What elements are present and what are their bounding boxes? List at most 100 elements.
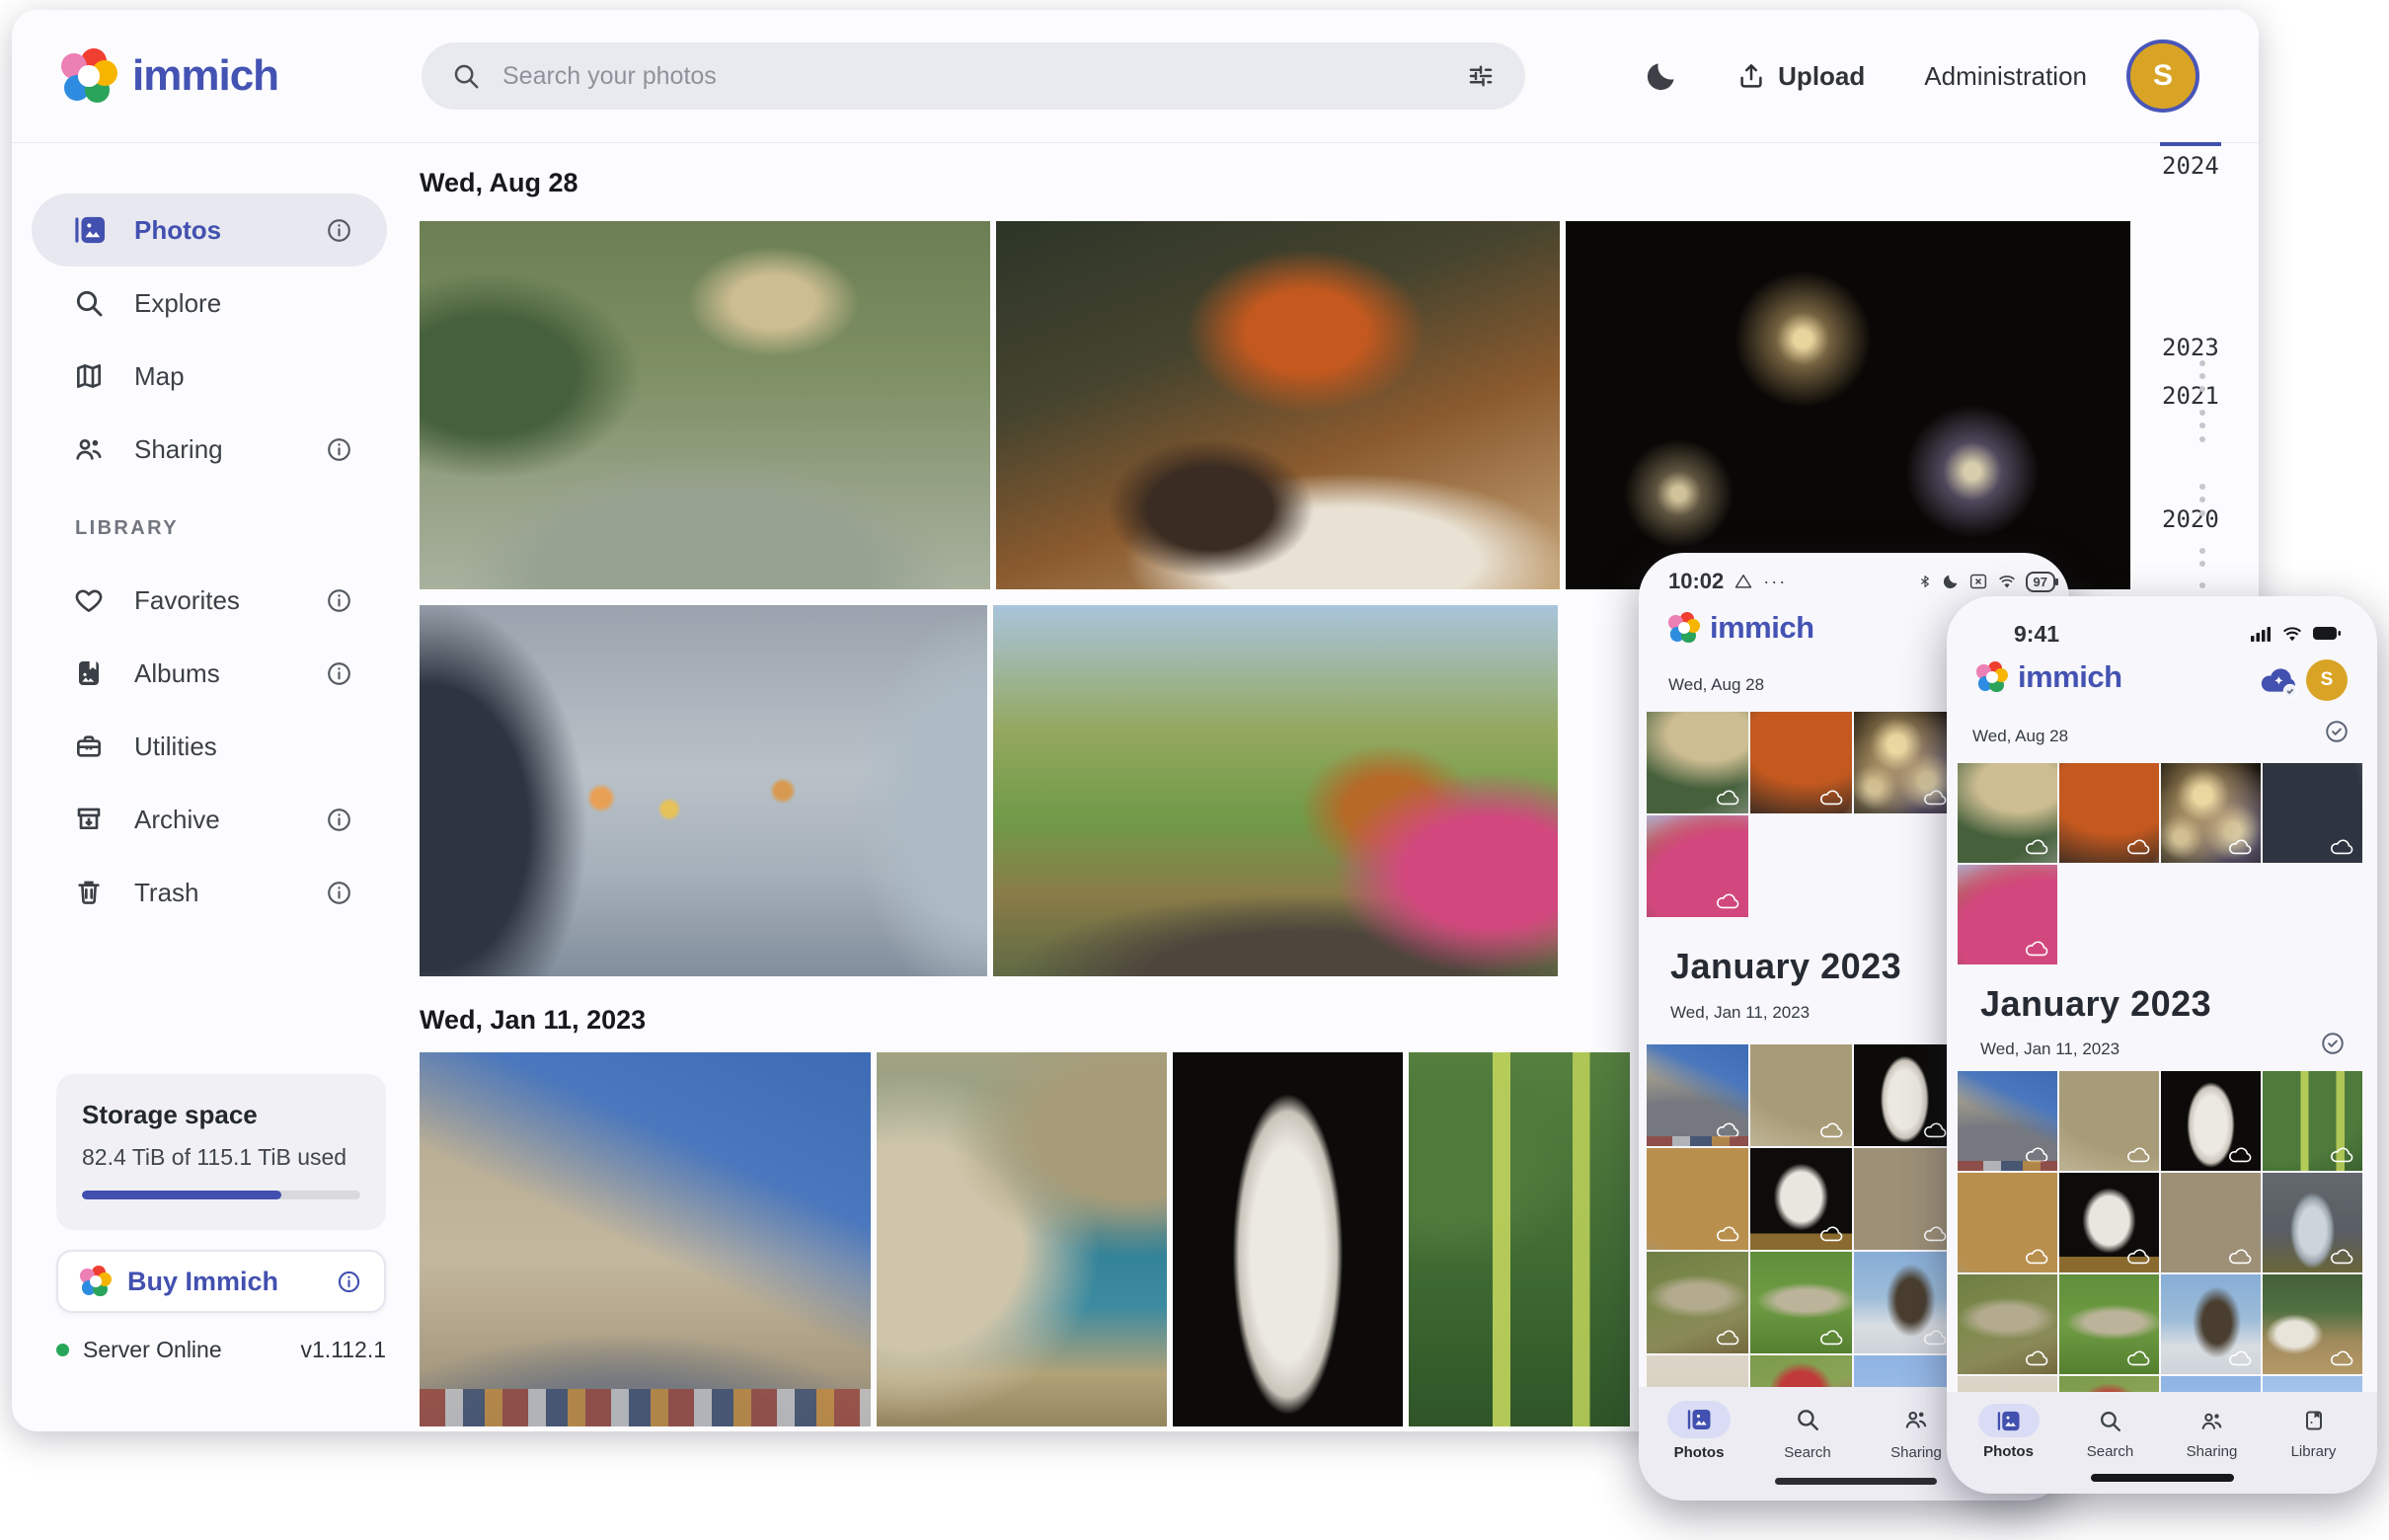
sidebar-item-photos[interactable]: Photos [32, 193, 387, 267]
nav-tab-label: Search [1784, 1444, 1831, 1461]
photo-bust[interactable] [1854, 1044, 1956, 1146]
sidebar-item-sharing[interactable]: Sharing [32, 413, 387, 486]
photo-ruins[interactable] [1854, 1148, 1956, 1250]
nav-tab-photos[interactable]: Photos [1958, 1392, 2059, 1494]
photo-row [420, 221, 2130, 589]
photos-icon [73, 214, 107, 246]
upload-button[interactable]: Upload [1731, 60, 1871, 93]
photo-hands[interactable] [2263, 763, 2362, 863]
albums-icon [73, 657, 107, 689]
photo-dinner[interactable] [2059, 763, 2159, 863]
photo-coast[interactable] [1750, 1044, 1852, 1146]
info-icon[interactable] [325, 879, 353, 907]
date-group-header: Wed, Aug 28 [1972, 727, 2068, 746]
photo-dinner[interactable] [1750, 712, 1852, 813]
buy-immich-button[interactable]: Buy Immich [56, 1250, 386, 1313]
dnd-moon-icon [1942, 573, 1960, 590]
scrubber-dot [2199, 582, 2205, 588]
nav-tab-photos[interactable]: Photos [1645, 1387, 1753, 1501]
select-all-check-icon[interactable] [2324, 719, 2350, 744]
nav-tab-label: Photos [1983, 1443, 2034, 1460]
administration-link[interactable]: Administration [1924, 61, 2087, 92]
photo-church[interactable] [2161, 1274, 2261, 1374]
search-bar[interactable]: Search your photos [422, 42, 1525, 110]
photo-monkeys[interactable] [1647, 712, 1748, 813]
photo-bust[interactable] [1173, 1052, 1403, 1426]
photo-castle[interactable] [1958, 1071, 2057, 1171]
photo-bust[interactable] [2161, 1071, 2261, 1171]
info-icon[interactable] [325, 435, 353, 464]
photo-lizard2[interactable] [2059, 1274, 2159, 1374]
photo-autumn[interactable] [1958, 865, 2057, 964]
sidebar-item-label: Favorites [134, 585, 240, 616]
photo-church[interactable] [1854, 1252, 1956, 1353]
cellular-signal-icon [2251, 626, 2273, 642]
sidebar-item-archive[interactable]: Archive [32, 783, 387, 856]
photo-berries[interactable] [1409, 1052, 1630, 1426]
user-avatar[interactable]: S [2306, 659, 2348, 701]
photo-beach[interactable] [1958, 1173, 2057, 1272]
home-indicator[interactable] [2091, 1474, 2234, 1482]
photo-fireworks[interactable] [1854, 712, 1956, 813]
sidebar-item-trash[interactable]: Trash [32, 856, 387, 929]
scrubber-dot [2199, 510, 2205, 516]
nav-tab-library[interactable]: Library [2263, 1392, 2364, 1494]
photo-beach[interactable] [1647, 1148, 1748, 1250]
backup-sync-cloud-icon[interactable] [2257, 663, 2302, 701]
info-icon[interactable] [325, 586, 353, 615]
photo-monkeys[interactable] [420, 221, 990, 589]
photo-castle[interactable] [1647, 1044, 1748, 1146]
photo-farm[interactable] [2263, 1274, 2362, 1374]
photo-coast[interactable] [877, 1052, 1167, 1426]
logo-text: immich [132, 51, 278, 101]
info-icon[interactable] [336, 1269, 362, 1295]
photo-ruins[interactable] [2161, 1173, 2261, 1272]
scrubber-year[interactable]: 2021 [2162, 382, 2219, 410]
photo-castle[interactable] [420, 1052, 871, 1426]
sidebar-item-favorites[interactable]: Favorites [32, 564, 387, 637]
storage-progress [82, 1191, 360, 1199]
photo-lizard2[interactable] [1750, 1252, 1852, 1353]
scrubber-dot [2199, 548, 2205, 554]
sidebar-item-utilities[interactable]: Utilities [32, 710, 387, 783]
theme-toggle-button[interactable] [1644, 58, 1679, 94]
trash-icon [73, 877, 107, 908]
photo-monkeys[interactable] [1958, 763, 2057, 863]
sidebar-item-map[interactable]: Map [32, 340, 387, 413]
photo-coast[interactable] [2059, 1071, 2159, 1171]
server-online-dot [56, 1344, 69, 1356]
scrubber-year[interactable]: 2023 [2162, 334, 2219, 361]
cloud-icon [2126, 1248, 2150, 1266]
sidebar-item-albums[interactable]: Albums [32, 637, 387, 710]
photo-fireworks[interactable] [2161, 763, 2261, 863]
cloud-icon [2228, 1248, 2252, 1266]
photo-lizard1[interactable] [1647, 1252, 1748, 1353]
photo-lizard1[interactable] [1958, 1274, 2057, 1374]
scrubber-year[interactable]: 2024 [2162, 152, 2219, 180]
photo-autumn[interactable] [993, 605, 1558, 976]
immich-logo[interactable]: immich [61, 10, 278, 142]
user-avatar[interactable]: S [2126, 39, 2199, 113]
sharing-icon [2182, 1404, 2243, 1437]
photo-autumn[interactable] [1647, 815, 1748, 917]
photo-sculpture2[interactable] [1750, 1148, 1852, 1250]
scrubber-dot [2199, 423, 2205, 428]
info-icon[interactable] [325, 659, 353, 688]
search-filter-icon[interactable] [1466, 61, 1496, 91]
photo-berries[interactable] [2263, 1071, 2362, 1171]
info-icon[interactable] [325, 806, 353, 834]
info-icon[interactable] [325, 216, 353, 245]
scrubber-dot [2199, 497, 2205, 502]
nav-tab-label: Sharing [2187, 1443, 2238, 1460]
photo-hands[interactable] [420, 605, 987, 976]
logo-text: immich [1710, 610, 1814, 646]
photo-sculpture2[interactable] [2059, 1173, 2159, 1272]
home-indicator[interactable] [1775, 1478, 1937, 1485]
battery-icon [2312, 626, 2342, 642]
photo-fireworks[interactable] [1566, 221, 2130, 589]
select-all-check-icon[interactable] [2320, 1031, 2346, 1056]
scrubber-year[interactable]: 2020 [2162, 505, 2219, 533]
photo-trophy[interactable] [2263, 1173, 2362, 1272]
photo-dinner[interactable] [996, 221, 1560, 589]
sidebar-item-explore[interactable]: Explore [32, 267, 387, 340]
